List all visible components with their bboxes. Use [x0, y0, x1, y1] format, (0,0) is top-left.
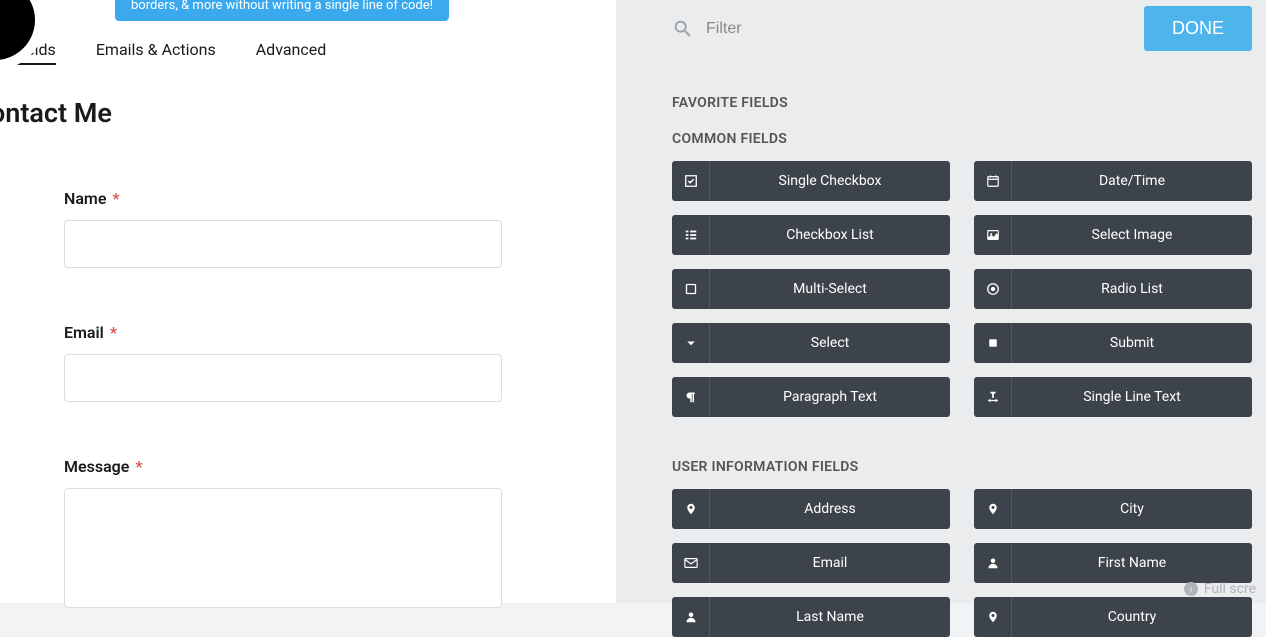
- field-btn-label: Last Name: [710, 597, 950, 637]
- field-select[interactable]: Select: [672, 323, 950, 363]
- chevron-left-icon: ‹: [1184, 582, 1198, 596]
- field-message-label: Message *: [64, 457, 502, 476]
- field-single-checkbox[interactable]: Single Checkbox: [672, 161, 950, 201]
- map-marker-icon: [974, 489, 1012, 529]
- form-preview-area: Name * Email * Message *: [64, 189, 502, 612]
- required-indicator: *: [112, 189, 119, 208]
- field-first-name[interactable]: First Name: [974, 543, 1252, 583]
- user-icon: [672, 597, 710, 637]
- field-btn-label: Submit: [1012, 323, 1252, 363]
- field-email-label: Email *: [64, 323, 502, 342]
- required-indicator: *: [110, 323, 117, 342]
- field-last-name[interactable]: Last Name: [672, 597, 950, 637]
- paragraph-icon: [672, 377, 710, 417]
- image-icon: [974, 215, 1012, 255]
- required-indicator: *: [135, 457, 142, 476]
- form-builder-panel: borders, & more without writing a single…: [0, 0, 616, 603]
- promo-banner-text: borders, & more without writing a single…: [131, 0, 433, 13]
- tab-label: Advanced: [256, 40, 327, 59]
- field-checkbox-list[interactable]: Checkbox List: [672, 215, 950, 255]
- square-filled-icon: [974, 323, 1012, 363]
- text-width-icon: [974, 377, 1012, 417]
- field-btn-label: City: [1012, 489, 1252, 529]
- field-btn-label: Date/Time: [1012, 161, 1252, 201]
- label-text: Name: [64, 189, 106, 208]
- field-name-label: Name *: [64, 189, 502, 208]
- field-btn-label: Email: [710, 543, 950, 583]
- email-input[interactable]: [64, 354, 502, 402]
- name-input[interactable]: [64, 220, 502, 268]
- field-name-row[interactable]: Name *: [64, 189, 502, 268]
- field-btn-label: First Name: [1012, 543, 1252, 583]
- radio-icon: [974, 269, 1012, 309]
- map-marker-icon: [672, 489, 710, 529]
- field-btn-label: Single Checkbox: [710, 161, 950, 201]
- tab-emails-actions[interactable]: Emails & Actions: [96, 40, 216, 65]
- map-marker-icon: [974, 597, 1012, 637]
- field-email-row[interactable]: Email *: [64, 323, 502, 402]
- section-favorite-fields: FAVORITE FIELDS: [672, 95, 1252, 111]
- filter-wrap: [672, 18, 906, 40]
- drawer-top-row: DONE: [672, 0, 1252, 51]
- chevron-down-icon: [672, 323, 710, 363]
- field-btn-label: Checkbox List: [710, 215, 950, 255]
- field-btn-label: Single Line Text: [1012, 377, 1252, 417]
- common-fields-grid: Single Checkbox Date/Time Checkbox List …: [672, 161, 1252, 417]
- tab-label: Emails & Actions: [96, 40, 216, 59]
- field-btn-label: Multi-Select: [710, 269, 950, 309]
- list-icon: [672, 215, 710, 255]
- field-message-row[interactable]: Message *: [64, 457, 502, 612]
- field-btn-label: Address: [710, 489, 950, 529]
- label-text: Email: [64, 323, 104, 342]
- search-icon: [672, 18, 694, 40]
- message-textarea[interactable]: [64, 488, 502, 608]
- envelope-icon: [672, 543, 710, 583]
- checkbox-checked-icon: [672, 161, 710, 201]
- fields-drawer: DONE FAVORITE FIELDS COMMON FIELDS Singl…: [616, 0, 1266, 603]
- field-date-time[interactable]: Date/Time: [974, 161, 1252, 201]
- user-info-fields-grid: Address City Email First Name Last Name: [672, 489, 1252, 637]
- fullscreen-indicator[interactable]: ‹ Full scre: [1184, 581, 1256, 597]
- field-city[interactable]: City: [974, 489, 1252, 529]
- promo-banner: borders, & more without writing a single…: [115, 0, 449, 21]
- field-multi-select[interactable]: Multi-Select: [672, 269, 950, 309]
- user-icon: [974, 543, 1012, 583]
- calendar-icon: [974, 161, 1012, 201]
- field-country[interactable]: Country: [974, 597, 1252, 637]
- section-common-fields: COMMON FIELDS: [672, 131, 1252, 147]
- field-single-line-text[interactable]: Single Line Text: [974, 377, 1252, 417]
- label-text: Message: [64, 457, 129, 476]
- form-title[interactable]: ontact Me: [0, 97, 616, 129]
- filter-input[interactable]: [706, 20, 906, 38]
- field-paragraph-text[interactable]: Paragraph Text: [672, 377, 950, 417]
- done-label: DONE: [1172, 18, 1224, 38]
- section-user-info-fields: USER INFORMATION FIELDS: [672, 459, 1252, 475]
- field-btn-label: Country: [1012, 597, 1252, 637]
- field-btn-label: Radio List: [1012, 269, 1252, 309]
- field-select-image[interactable]: Select Image: [974, 215, 1252, 255]
- done-button[interactable]: DONE: [1144, 6, 1252, 51]
- field-address[interactable]: Address: [672, 489, 950, 529]
- fullscreen-label: Full scre: [1204, 581, 1256, 597]
- field-btn-label: Paragraph Text: [710, 377, 950, 417]
- field-email[interactable]: Email: [672, 543, 950, 583]
- field-btn-label: Select Image: [1012, 215, 1252, 255]
- tab-advanced[interactable]: Advanced: [256, 40, 327, 65]
- field-radio-list[interactable]: Radio List: [974, 269, 1252, 309]
- field-submit[interactable]: Submit: [974, 323, 1252, 363]
- square-icon: [672, 269, 710, 309]
- field-btn-label: Select: [710, 323, 950, 363]
